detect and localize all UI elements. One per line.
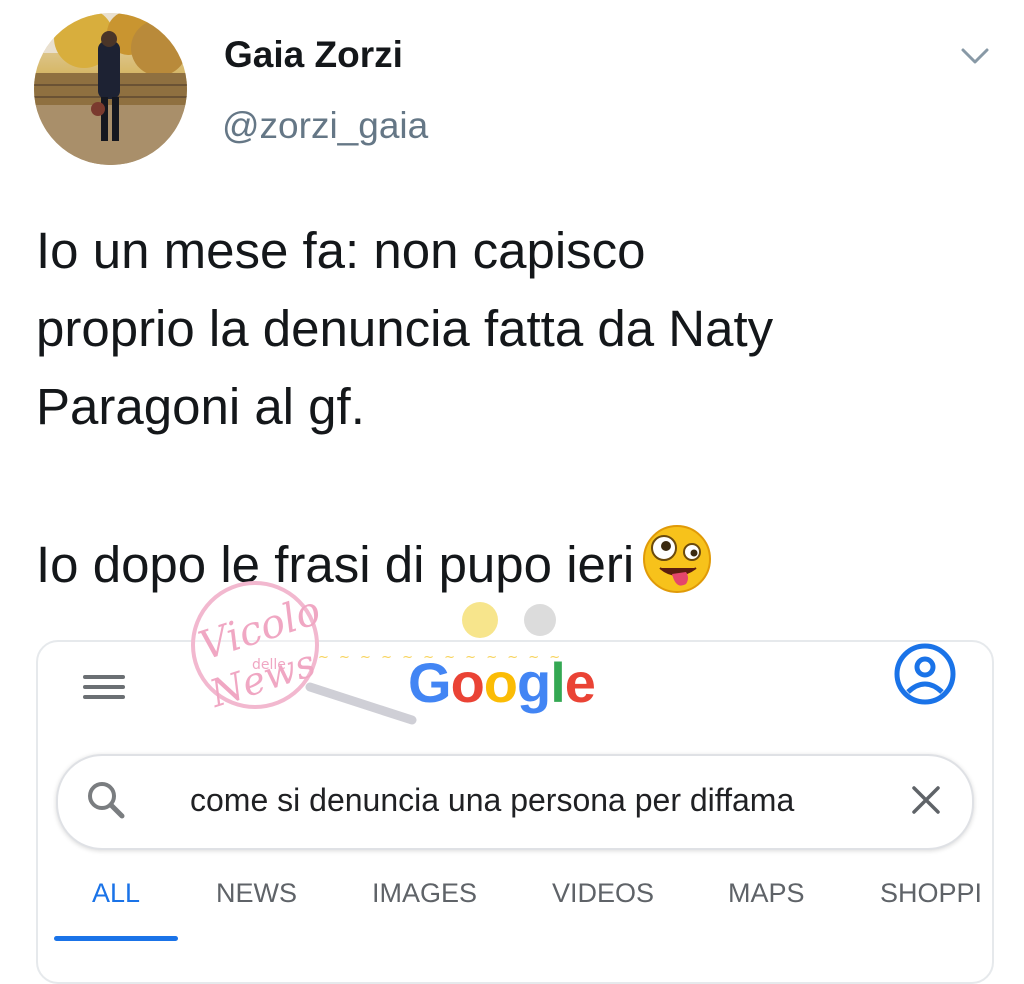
tweet-line: proprio la denuncia fatta da Naty — [36, 300, 774, 357]
search-icon[interactable] — [82, 776, 132, 826]
tweet-line: Io un mese fa: non capisco — [36, 222, 646, 279]
search-input[interactable]: come si denuncia una persona per diffama — [190, 782, 794, 819]
hamburger-menu-icon[interactable] — [83, 669, 125, 709]
google-search-screenshot[interactable]: Google come si denuncia una persona per … — [36, 640, 994, 984]
tab-news[interactable]: NEWS — [216, 878, 297, 909]
active-tab-indicator — [54, 936, 178, 941]
account-icon[interactable] — [893, 642, 957, 706]
profile-avatar[interactable] — [34, 13, 187, 165]
chevron-down-icon[interactable] — [958, 38, 992, 72]
search-tabs: ALL NEWS IMAGES VIDEOS MAPS SHOPPI — [38, 878, 992, 938]
tweet-line: Io dopo le frasi di pupo ieri — [36, 524, 986, 604]
tab-images[interactable]: IMAGES — [372, 878, 477, 909]
tab-maps[interactable]: MAPS — [728, 878, 805, 909]
zany-face-emoji-icon — [643, 525, 712, 593]
tab-all[interactable]: ALL — [92, 878, 140, 909]
tab-videos[interactable]: VIDEOS — [552, 878, 654, 909]
search-box[interactable]: come si denuncia una persona per diffama — [56, 754, 974, 850]
user-handle[interactable]: @zorzi_gaia — [222, 105, 428, 147]
tweet-text: Io un mese fa: non capisco proprio la de… — [36, 212, 986, 604]
tab-shopping[interactable]: SHOPPI — [880, 878, 982, 909]
tweet-line: Paragoni al gf. — [36, 378, 365, 435]
google-logo[interactable]: Google — [408, 650, 596, 715]
close-icon[interactable] — [906, 780, 946, 820]
display-name[interactable]: Gaia Zorzi — [224, 34, 403, 76]
